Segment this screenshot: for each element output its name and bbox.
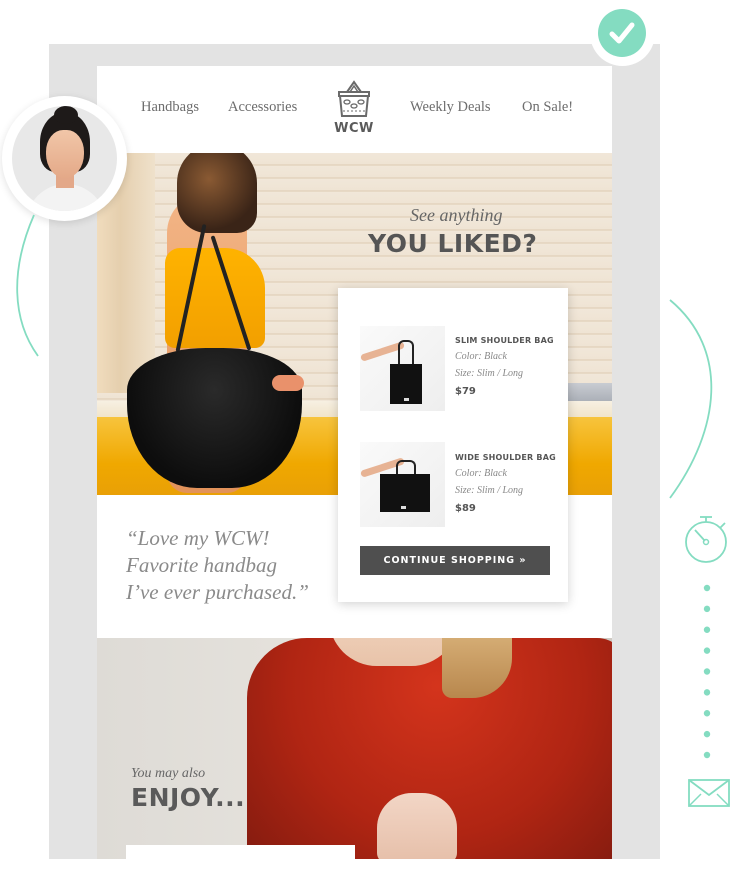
hero-kicker: See anything [410,205,503,225]
product-size: Size: Slim / Long [455,368,524,379]
connector-dot [703,584,711,592]
recommendations-banner: You may also ENJOY... [97,638,612,859]
avatar [12,106,117,211]
hero-shutter [567,383,612,403]
testimonial-line: Favorite handbag [126,553,278,577]
envelope-icon [688,779,730,807]
product-image[interactable] [360,326,445,411]
left-curve-line [16,214,39,357]
product-color: Color: Black [455,468,507,479]
recommend-headline: ENJOY... [131,783,246,812]
hero-handbag [127,348,302,488]
testimonial-quote: “Love my WCW! Favorite handbag I’ve ever… [126,525,309,606]
product-name[interactable]: SLIM SHOULDER BAG [455,336,554,345]
hero-headline: YOU LIKED? [368,229,538,258]
nav-link-accessories[interactable]: Accessories [228,99,297,116]
nav-link-weekly-deals[interactable]: Weekly Deals [410,99,491,116]
testimonial-line: I’ve ever purchased.” [126,580,309,604]
product-price: $79 [455,386,476,397]
product-color: Color: Black [455,351,507,362]
connector-dot [703,710,711,717]
product-image-tag [401,506,406,509]
check-badge [590,1,655,66]
recommend-kicker: You may also [131,766,206,781]
email-header: Handbags Accessories WCW Weekly Deals On… [97,66,612,153]
testimonial-line: “Love my WCW! [126,526,270,550]
product-image-handle [398,340,414,364]
brand-logo[interactable]: WCW [329,80,379,142]
product-image[interactable] [360,442,445,527]
model-hand [377,793,457,859]
product-image-tag [404,398,409,401]
connector-dot [703,626,711,633]
avatar-face [46,130,84,178]
check-icon [609,22,635,44]
connector-dot [703,647,711,654]
product-name[interactable]: WIDE SHOULDER BAG [455,453,556,462]
product-card: SLIM SHOULDER BAG Color: Black Size: Sli… [338,288,568,602]
avatar-ring [2,96,127,221]
continue-shopping-button[interactable]: CONTINUE SHOPPING » [360,546,550,575]
basket-icon [338,80,370,117]
nav-link-on-sale[interactable]: On Sale! [522,99,573,116]
recommend-card [126,845,355,859]
product-price: $89 [455,503,476,514]
right-curve-line [669,299,713,499]
avatar-shirt [26,184,106,211]
connector-dot [703,751,711,759]
nav-link-handbags[interactable]: Handbags [141,99,199,116]
hero-model-hand [272,375,304,391]
hero-model-hair [177,153,257,233]
connector-dot [703,689,711,696]
avatar-bun [54,106,78,124]
brand-name: WCW [334,121,374,136]
email-preview: Handbags Accessories WCW Weekly Deals On… [97,66,612,859]
dotted-connector [703,584,711,759]
stopwatch-icon [685,516,727,563]
product-size: Size: Slim / Long [455,485,524,496]
connector-dot [703,730,711,738]
connector-dot [703,605,711,613]
connector-dot [703,668,711,675]
check-circle [598,9,646,57]
